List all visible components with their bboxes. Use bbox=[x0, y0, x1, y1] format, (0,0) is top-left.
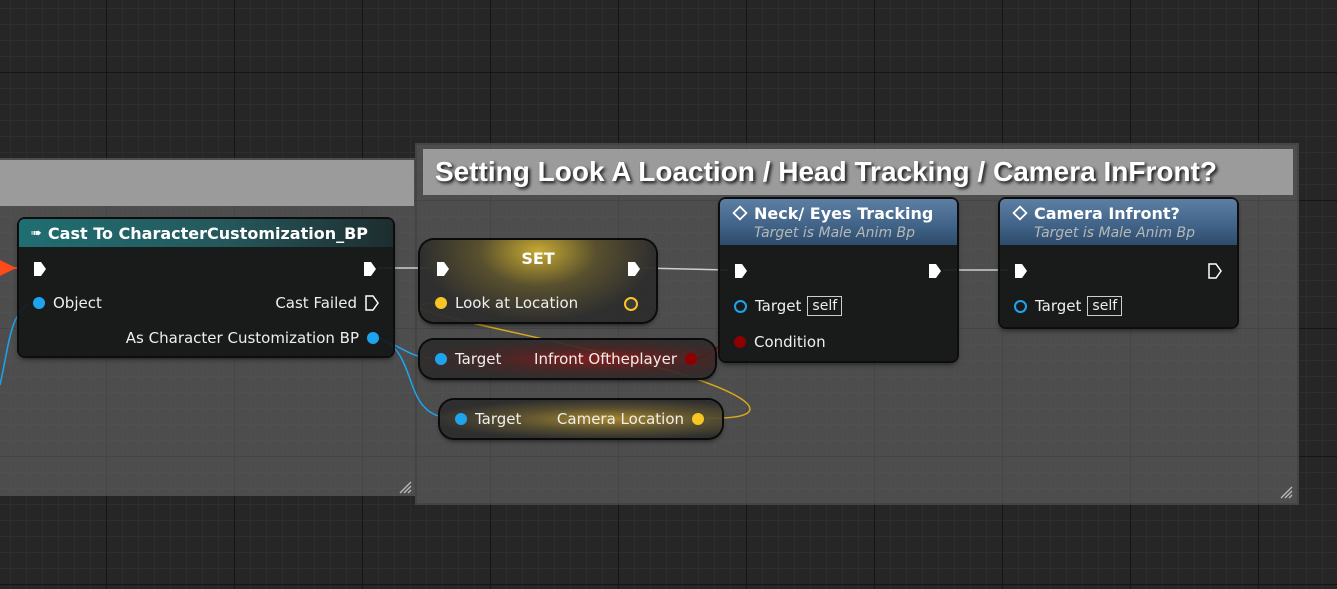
set-node-title: SET bbox=[521, 249, 555, 268]
boolean-output-pin[interactable] bbox=[685, 353, 697, 365]
object-pin-row[interactable]: Object bbox=[33, 294, 102, 312]
object-pin[interactable] bbox=[33, 297, 45, 309]
neck-target-row[interactable]: Target self bbox=[734, 296, 843, 316]
neck-node-title: Neck/ Eyes Tracking bbox=[754, 203, 934, 223]
function-icon bbox=[732, 205, 748, 221]
camera-output-label: Camera Location bbox=[556, 410, 684, 428]
object-output-pin[interactable] bbox=[367, 332, 379, 344]
condition-label: Condition bbox=[754, 333, 826, 351]
infront-getter-node[interactable]: Target Infront Oftheplayer bbox=[420, 340, 715, 378]
camera-node-title: Camera Infront? bbox=[1034, 203, 1180, 223]
camera-node-header[interactable]: Camera Infront? Target is Male Anim Bp bbox=[1000, 199, 1237, 245]
infront-output-row[interactable]: Infront Oftheplayer bbox=[534, 350, 697, 368]
infront-target-label: Target bbox=[455, 350, 502, 368]
exec-pin-icon[interactable] bbox=[1208, 263, 1222, 279]
exec-pin-icon[interactable] bbox=[1014, 263, 1028, 279]
exec-pin-icon[interactable] bbox=[363, 261, 377, 277]
camera-node-target-row[interactable]: Target self bbox=[1014, 296, 1123, 316]
boolean-input-pin[interactable] bbox=[734, 336, 746, 348]
camera-output-row[interactable]: Camera Location bbox=[557, 410, 704, 428]
cast-node[interactable]: ➠ Cast To CharacterCustomization_BP Obje… bbox=[19, 219, 393, 356]
function-icon bbox=[1012, 205, 1028, 221]
camera-node-subtitle: Target is Male Anim Bp bbox=[1034, 224, 1196, 241]
condition-row[interactable]: Condition bbox=[734, 333, 826, 351]
exec-pin-icon[interactable] bbox=[627, 261, 641, 277]
object-input-pin[interactable] bbox=[1014, 299, 1027, 313]
look-at-location-label: Look at Location bbox=[455, 294, 579, 312]
camera-infront-node[interactable]: Camera Infront? Target is Male Anim Bp T… bbox=[1000, 199, 1237, 327]
exec-pin-icon[interactable] bbox=[365, 295, 379, 311]
exec-arrow-icon bbox=[0, 260, 16, 276]
neck-eyes-tracking-node[interactable]: Neck/ Eyes Tracking Target is Male Anim … bbox=[720, 199, 957, 361]
camera-node-target-label: Target bbox=[1035, 297, 1082, 315]
cast-failed-row[interactable]: Cast Failed bbox=[275, 294, 379, 312]
object-input-pin[interactable] bbox=[455, 413, 467, 425]
neck-node-subtitle: Target is Male Anim Bp bbox=[754, 224, 916, 241]
neck-target-label: Target bbox=[755, 297, 802, 315]
exec-pin-icon[interactable] bbox=[436, 261, 450, 277]
as-character-customization-label: As Character Customization BP bbox=[125, 329, 359, 347]
camera-getter-node[interactable]: Target Camera Location bbox=[440, 400, 722, 438]
camera-target-label: Target bbox=[475, 410, 522, 428]
exec-pin-icon[interactable] bbox=[33, 261, 47, 277]
cast-failed-label: Cast Failed bbox=[275, 294, 357, 312]
vector-input-pin[interactable] bbox=[435, 297, 447, 309]
set-node[interactable]: SET Look at Location bbox=[420, 240, 656, 322]
neck-target-self-value[interactable]: self bbox=[807, 296, 843, 316]
camera-target-row[interactable]: Target bbox=[455, 410, 521, 428]
cast-icon: ➠ bbox=[31, 225, 42, 241]
look-at-location-row[interactable]: Look at Location bbox=[435, 294, 578, 312]
camera-node-target-self-value[interactable]: self bbox=[1087, 296, 1123, 316]
exec-pin-icon[interactable] bbox=[928, 263, 942, 279]
object-input-pin[interactable] bbox=[734, 299, 747, 313]
cast-node-header[interactable]: ➠ Cast To CharacterCustomization_BP bbox=[19, 219, 393, 247]
object-input-pin[interactable] bbox=[435, 353, 447, 365]
as-character-customization-row[interactable]: As Character Customization BP bbox=[126, 329, 379, 347]
vector-output-pin[interactable] bbox=[624, 297, 638, 311]
object-pin-label: Object bbox=[53, 294, 102, 312]
neck-node-header[interactable]: Neck/ Eyes Tracking Target is Male Anim … bbox=[720, 199, 957, 245]
infront-output-label: Infront Oftheplayer bbox=[534, 350, 677, 368]
cast-node-title: Cast To CharacterCustomization_BP bbox=[47, 223, 369, 243]
vector-output-pin[interactable] bbox=[692, 413, 704, 425]
exec-pin-icon[interactable] bbox=[734, 263, 748, 279]
infront-target-row[interactable]: Target bbox=[435, 350, 501, 368]
